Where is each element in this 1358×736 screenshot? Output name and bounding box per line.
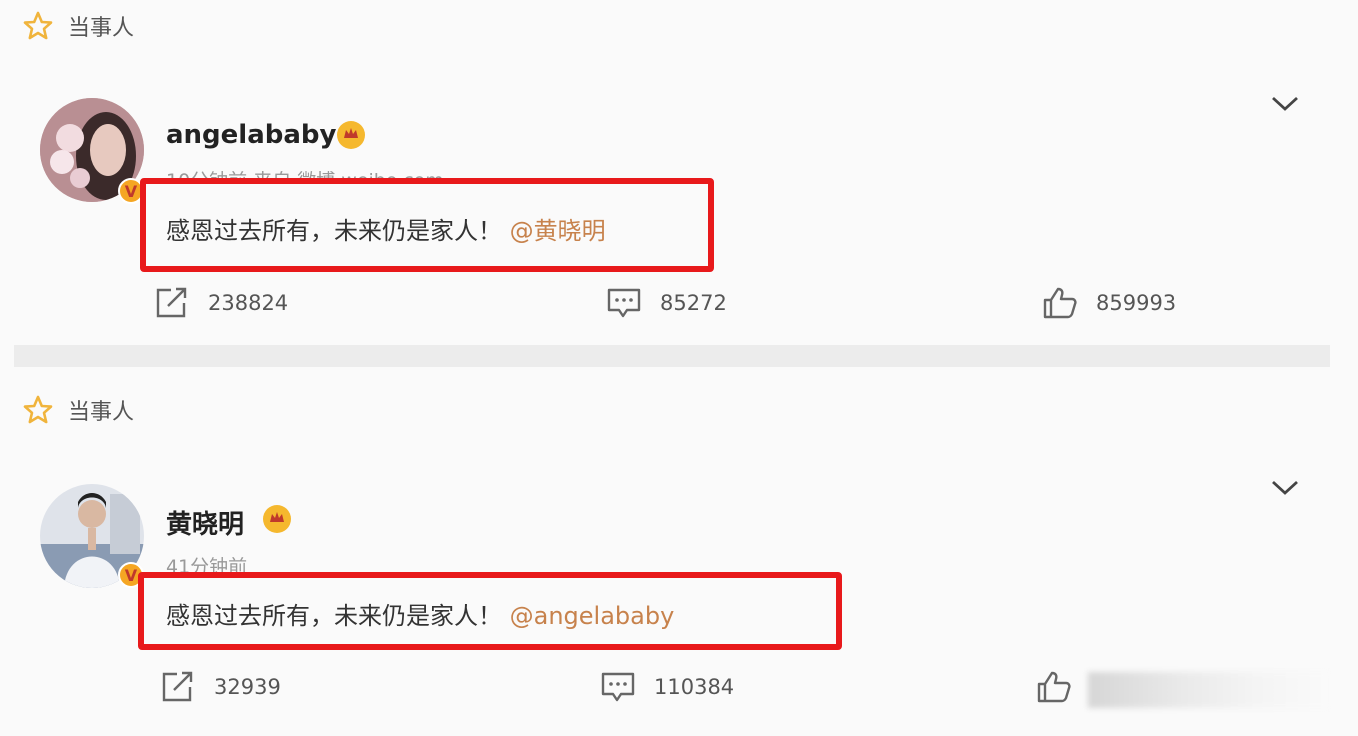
- post-content: 感恩过去所有，未来仍是家人！ @angelababy: [166, 596, 674, 631]
- repost-button[interactable]: 32939: [160, 670, 281, 704]
- username[interactable]: angelababy: [166, 120, 336, 150]
- tag-label: 当事人: [68, 400, 135, 425]
- chevron-down-icon[interactable]: [1270, 478, 1300, 498]
- repost-button[interactable]: 238824: [154, 286, 288, 320]
- comment-icon: [601, 672, 635, 702]
- like-icon: [1043, 287, 1077, 319]
- crown-icon: [263, 505, 291, 533]
- content-text: 感恩过去所有，未来仍是家人！: [166, 602, 502, 630]
- star-icon: [23, 395, 53, 424]
- crown-icon: [337, 121, 365, 149]
- party-tag: 当事人: [22, 394, 134, 426]
- tag-label: 当事人: [68, 16, 135, 41]
- repost-count: 32939: [214, 675, 281, 699]
- post-content: 感恩过去所有，未来仍是家人！ @黄晓明: [166, 211, 606, 246]
- post-divider: [14, 345, 1330, 367]
- star-icon: [23, 11, 53, 40]
- like-button[interactable]: [1036, 670, 1090, 704]
- chevron-down-icon[interactable]: [1270, 94, 1300, 114]
- like-count: 859993: [1096, 291, 1177, 315]
- comment-count: 85272: [660, 291, 727, 315]
- like-icon: [1037, 671, 1071, 703]
- comment-count: 110384: [654, 675, 735, 699]
- comment-icon: [607, 288, 641, 318]
- like-button[interactable]: 859993: [1042, 286, 1176, 320]
- mention-link[interactable]: @黄晓明: [510, 217, 606, 245]
- mention-link[interactable]: @angelababy: [510, 602, 675, 630]
- username[interactable]: 黄晓明: [166, 504, 244, 541]
- comment-button[interactable]: 110384: [600, 670, 734, 704]
- obscured-like-count: [1088, 672, 1328, 708]
- repost-icon: [162, 671, 193, 702]
- repost-count: 238824: [208, 291, 289, 315]
- comment-button[interactable]: 85272: [606, 286, 727, 320]
- weibo-post-angelababy: 当事人 V angelababy 10分钟前 来自 微博 weibo.com 感…: [0, 0, 1358, 345]
- party-tag: 当事人: [22, 10, 134, 42]
- repost-icon: [156, 287, 187, 318]
- content-text: 感恩过去所有，未来仍是家人！: [166, 217, 502, 245]
